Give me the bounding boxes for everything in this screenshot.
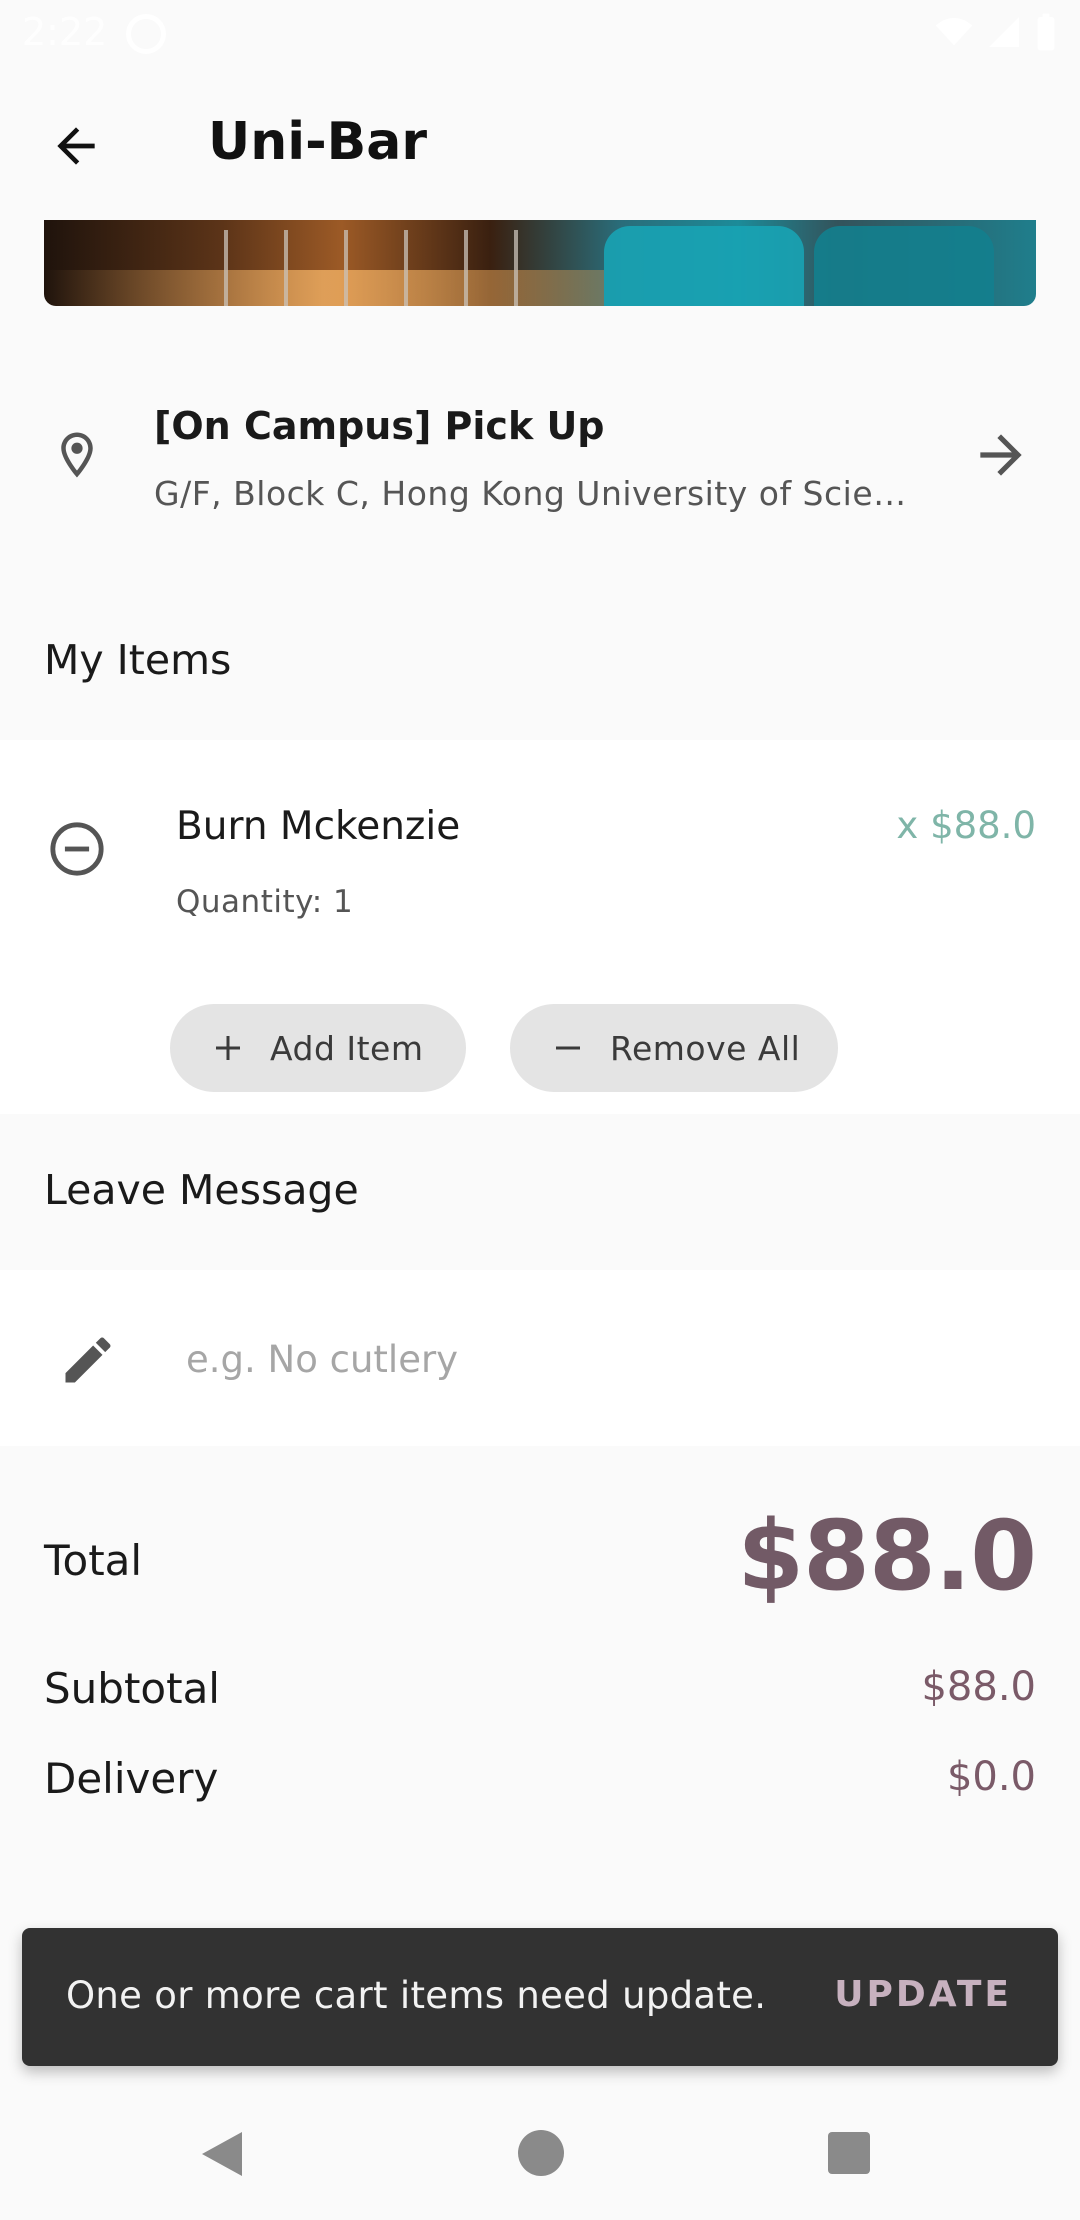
back-button[interactable] — [40, 110, 112, 182]
total-label: Total — [44, 1536, 143, 1585]
location-pin-icon — [61, 432, 93, 478]
delivery-label: Delivery — [44, 1754, 219, 1803]
total-value: $88.0 — [737, 1500, 1037, 1612]
snackbar: One or more cart items need update. UPDA… — [22, 1928, 1058, 2066]
status-bar: 2:22 — [0, 0, 1080, 64]
cart-item-quantity: Quantity: 1 — [176, 884, 354, 920]
pencil-icon — [65, 1337, 111, 1383]
app-bar: Uni-Bar — [0, 64, 1080, 220]
subtotal-value: $88.0 — [921, 1664, 1036, 1710]
minus-circle-icon[interactable] — [48, 820, 106, 878]
cart-item-price: x $88.0 — [896, 804, 1036, 847]
arrow-right-icon[interactable] — [970, 424, 1032, 486]
add-item-label: Add Item — [270, 1028, 424, 1068]
arrow-left-icon — [57, 127, 95, 165]
status-time: 2:22 — [22, 10, 108, 54]
message-input[interactable] — [186, 1326, 1016, 1392]
delivery-value: $0.0 — [946, 1754, 1036, 1800]
notification-app-icon — [126, 14, 166, 54]
page-title: Uni-Bar — [208, 112, 428, 172]
signal-icon — [989, 17, 1019, 47]
leave-message-heading: Leave Message — [44, 1166, 359, 1214]
plus-icon — [216, 1036, 240, 1060]
pickup-row[interactable] — [0, 360, 1080, 550]
snackbar-message: One or more cart items need update. — [66, 1974, 767, 2017]
pickup-address: G/F, Block C, Hong Kong University of Sc… — [154, 474, 924, 513]
battery-icon — [1037, 13, 1055, 51]
remove-all-button[interactable]: Remove All — [510, 1004, 838, 1092]
add-item-button[interactable]: Add Item — [170, 1004, 466, 1092]
subtotal-label: Subtotal — [44, 1664, 220, 1713]
system-nav-bar — [0, 2086, 1080, 2220]
cart-item-name: Burn Mckenzie — [176, 804, 461, 849]
restaurant-banner-image — [44, 220, 1036, 306]
nav-back-icon[interactable] — [202, 2132, 242, 2176]
wifi-icon — [935, 17, 973, 46]
status-icons — [934, 12, 1058, 52]
pickup-method-title: [On Campus] Pick Up — [154, 404, 605, 448]
remove-all-label: Remove All — [610, 1028, 801, 1068]
update-button[interactable]: UPDATE — [834, 1974, 1012, 2015]
nav-recents-icon[interactable] — [828, 2132, 870, 2174]
minus-icon — [556, 1046, 580, 1050]
my-items-heading: My Items — [44, 636, 232, 684]
nav-home-icon[interactable] — [518, 2130, 564, 2176]
